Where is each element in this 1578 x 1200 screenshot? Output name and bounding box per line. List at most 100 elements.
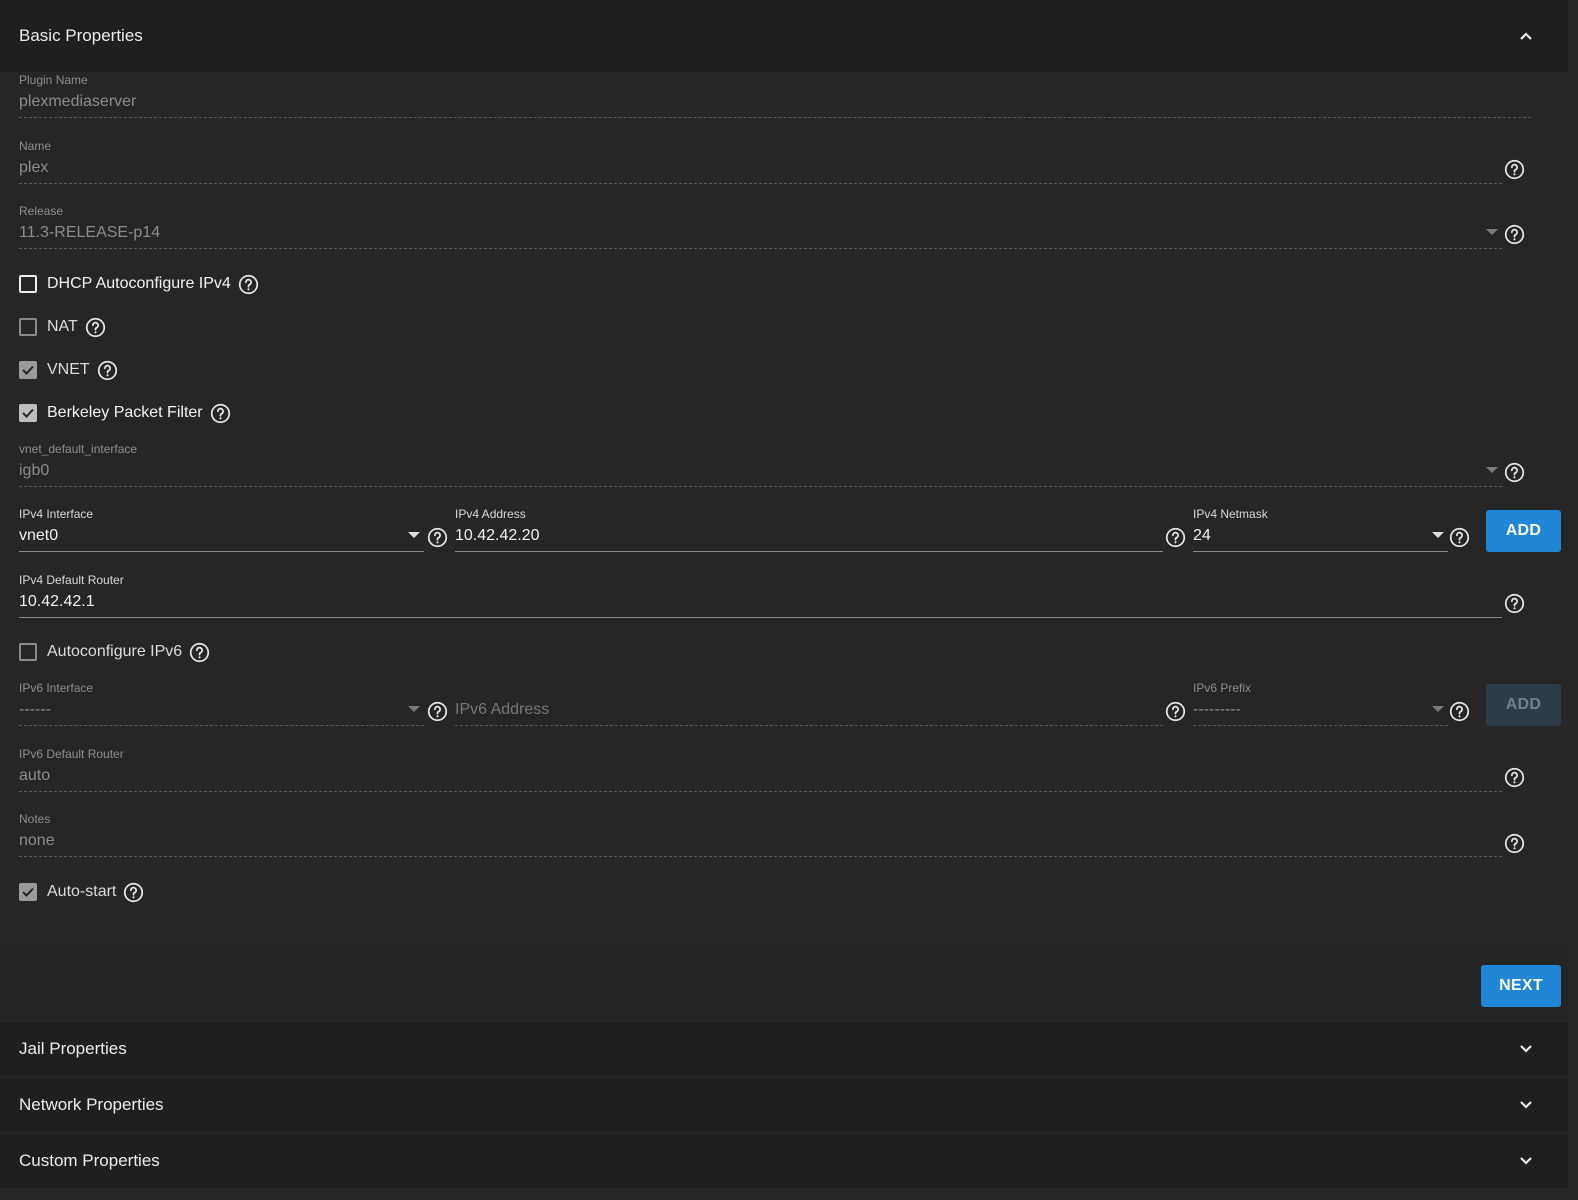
- dhcp-autoconfigure-ipv4-checkbox[interactable]: [19, 275, 37, 293]
- nat-label: NAT: [47, 318, 78, 335]
- notes-input[interactable]: Notes none: [19, 812, 1502, 872]
- ipv4-interface-caret-icon: [408, 532, 420, 538]
- ipv6-address-help-icon[interactable]: [1164, 700, 1186, 722]
- auto-start-row[interactable]: Auto-start: [19, 880, 144, 904]
- jail-properties-title: Jail Properties: [19, 1039, 127, 1058]
- auto-start-checkbox[interactable]: [19, 883, 37, 901]
- ipv6-prefix-select[interactable]: IPv6 Prefix ---------: [1193, 681, 1448, 741]
- dhcp-help-icon[interactable]: [238, 274, 259, 295]
- bpf-help-icon[interactable]: [210, 403, 231, 424]
- name-help-icon[interactable]: [1503, 158, 1525, 180]
- ipv4-address-value: 10.42.42.20: [455, 527, 540, 544]
- vnet-default-interface-caret-icon: [1486, 467, 1498, 473]
- chevron-down-icon[interactable]: [1515, 1094, 1537, 1116]
- ipv4-default-router-label: IPv4 Default Router: [19, 573, 124, 587]
- ipv4-default-router-value: 10.42.42.1: [19, 593, 95, 610]
- basic-properties-header[interactable]: Basic Properties: [0, 0, 1568, 72]
- ipv4-default-router-help-icon[interactable]: [1503, 592, 1525, 614]
- vnet-default-interface-help-icon[interactable]: [1503, 461, 1525, 483]
- vnet-label: VNET: [47, 361, 90, 378]
- ipv4-address-label: IPv4 Address: [455, 507, 526, 521]
- dhcp-autoconfigure-ipv4-row[interactable]: DHCP Autoconfigure IPv4: [19, 272, 259, 296]
- network-properties-header[interactable]: Network Properties: [0, 1078, 1568, 1132]
- ipv4-netmask-value: 24: [1193, 527, 1211, 544]
- name-label: Name: [19, 139, 52, 153]
- release-help-icon[interactable]: [1503, 223, 1525, 245]
- basic-properties-title: Basic Properties: [19, 26, 143, 45]
- ipv4-netmask-help-icon[interactable]: [1448, 526, 1470, 548]
- ipv4-default-router-input[interactable]: IPv4 Default Router 10.42.42.1: [19, 573, 1502, 633]
- autoconfigure-ipv6-label: Autoconfigure IPv6: [47, 643, 183, 660]
- nat-help-icon[interactable]: [85, 317, 106, 338]
- notes-help-icon[interactable]: [1503, 832, 1525, 854]
- ipv4-interface-help-icon[interactable]: [426, 526, 448, 548]
- ipv6-default-router-input[interactable]: IPv6 Default Router auto: [19, 747, 1502, 807]
- notes-label: Notes: [19, 812, 51, 826]
- plugin-name-value: plexmediaserver: [19, 93, 137, 110]
- berkeley-packet-filter-label: Berkeley Packet Filter: [47, 404, 203, 421]
- jail-properties-header[interactable]: Jail Properties: [0, 1022, 1568, 1076]
- ipv6-interface-label: IPv6 Interface: [19, 681, 94, 695]
- vnet-row[interactable]: VNET: [19, 358, 118, 382]
- check-icon: [22, 887, 34, 897]
- ipv4-netmask-label: IPv4 Netmask: [1193, 507, 1268, 521]
- chevron-down-icon[interactable]: [1515, 1150, 1537, 1172]
- plugin-install-form: Basic Properties Plugin Name plexmediase…: [0, 0, 1578, 1200]
- autoconfigure-ipv6-row[interactable]: Autoconfigure IPv6: [19, 640, 210, 664]
- dhcp-autoconfigure-ipv4-label: DHCP Autoconfigure IPv4: [47, 275, 231, 292]
- vnet-default-interface-value: igb0: [19, 462, 50, 479]
- ipv4-netmask-caret-icon: [1432, 532, 1444, 538]
- ipv4-address-help-icon[interactable]: [1164, 526, 1186, 548]
- ipv6-interface-caret-icon: [408, 706, 420, 712]
- vnet-checkbox[interactable]: [19, 361, 37, 379]
- vnet-default-interface-select[interactable]: vnet_default_interface igb0: [19, 442, 1502, 502]
- ipv6-interface-select[interactable]: IPv6 Interface ------: [19, 681, 424, 741]
- autoconfigure-ipv6-help-icon[interactable]: [189, 642, 210, 663]
- berkeley-packet-filter-row[interactable]: Berkeley Packet Filter: [19, 401, 231, 425]
- vnet-help-icon[interactable]: [97, 360, 118, 381]
- nat-row[interactable]: NAT: [19, 315, 106, 339]
- ipv6-interface-help-icon[interactable]: [426, 700, 448, 722]
- ipv4-netmask-select[interactable]: IPv4 Netmask 24: [1193, 507, 1448, 567]
- ipv6-prefix-label: IPv6 Prefix: [1193, 681, 1252, 695]
- auto-start-label: Auto-start: [47, 883, 117, 900]
- autoconfigure-ipv6-checkbox[interactable]: [19, 643, 37, 661]
- name-field[interactable]: Name plex: [19, 139, 1502, 199]
- notes-value: none: [19, 832, 55, 849]
- stepper-actions: [0, 942, 1568, 1020]
- name-value: plex: [19, 159, 49, 176]
- chevron-up-icon[interactable]: [1515, 25, 1537, 47]
- ipv6-prefix-value: ---------: [1193, 701, 1241, 718]
- custom-properties-header[interactable]: Custom Properties: [0, 1134, 1568, 1188]
- check-icon: [22, 365, 34, 375]
- release-value: 11.3-RELEASE-p14: [19, 224, 161, 241]
- ipv6-default-router-help-icon[interactable]: [1503, 766, 1525, 788]
- ipv6-default-router-label: IPv6 Default Router: [19, 747, 124, 761]
- release-dropdown-caret-icon: [1486, 229, 1498, 235]
- nat-checkbox[interactable]: [19, 318, 37, 336]
- ipv6-interface-value: ------: [19, 701, 51, 718]
- berkeley-packet-filter-checkbox[interactable]: [19, 404, 37, 422]
- next-button[interactable]: NEXT: [1481, 965, 1561, 1007]
- auto-start-help-icon[interactable]: [123, 882, 144, 903]
- custom-properties-title: Custom Properties: [19, 1151, 160, 1170]
- ipv4-address-input[interactable]: IPv4 Address 10.42.42.20: [455, 507, 1163, 567]
- add-ipv4-button[interactable]: ADD: [1486, 510, 1561, 552]
- chevron-down-icon[interactable]: [1515, 1038, 1537, 1060]
- ipv4-interface-value: vnet0: [19, 527, 59, 544]
- plugin-name-field: Plugin Name plexmediaserver: [19, 73, 1531, 133]
- add-ipv6-button[interactable]: ADD: [1486, 684, 1561, 726]
- ipv6-prefix-caret-icon: [1432, 706, 1444, 712]
- plugin-name-label: Plugin Name: [19, 73, 88, 87]
- vnet-default-interface-label: vnet_default_interface: [19, 442, 138, 456]
- ipv6-address-input[interactable]: IPv6 Address: [455, 681, 1163, 741]
- ipv6-address-placeholder: IPv6 Address: [455, 701, 550, 718]
- release-select[interactable]: Release 11.3-RELEASE-p14: [19, 204, 1502, 264]
- release-label: Release: [19, 204, 64, 218]
- ipv6-prefix-help-icon[interactable]: [1448, 700, 1470, 722]
- ipv6-default-router-value: auto: [19, 767, 51, 784]
- ipv4-interface-label: IPv4 Interface: [19, 507, 94, 521]
- check-icon: [22, 408, 34, 418]
- ipv4-interface-select[interactable]: IPv4 Interface vnet0: [19, 507, 424, 567]
- network-properties-title: Network Properties: [19, 1095, 164, 1114]
